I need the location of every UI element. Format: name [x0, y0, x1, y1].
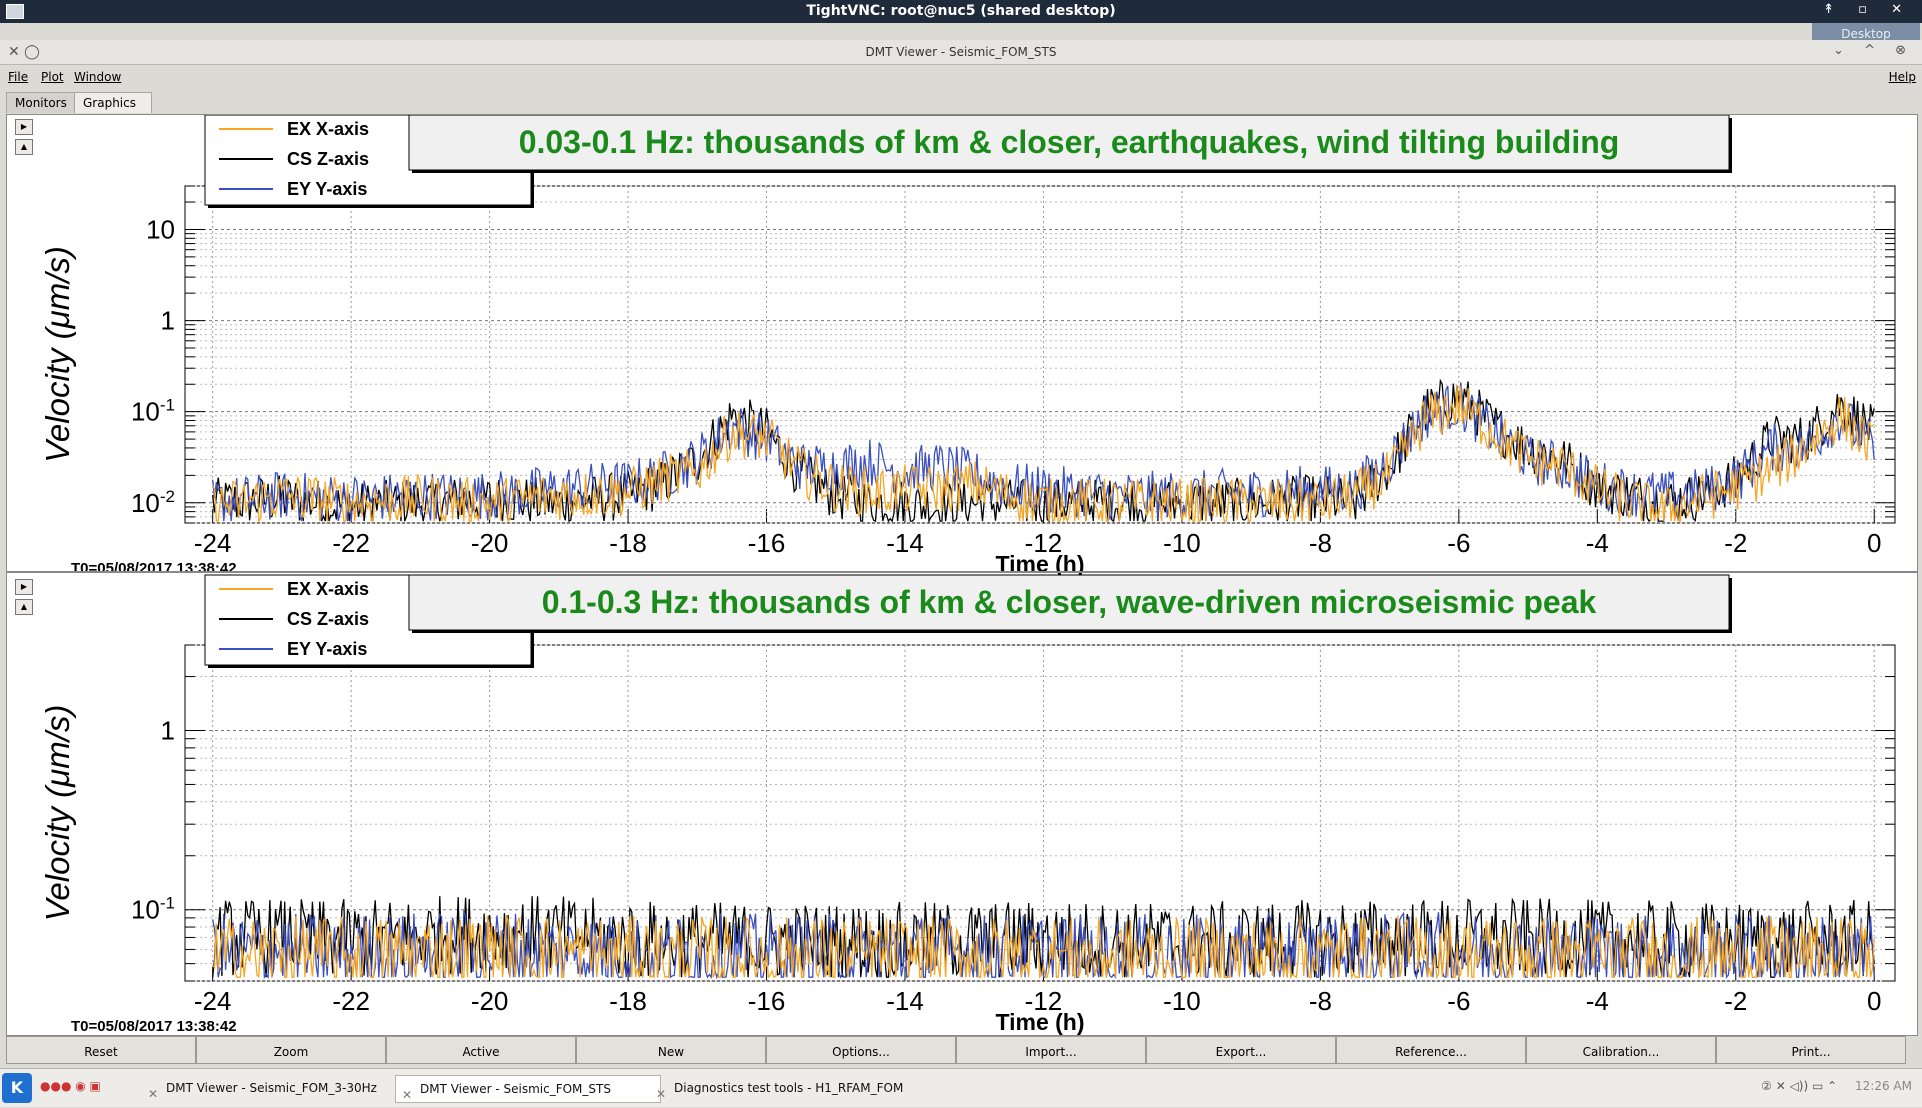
x-tick-label: 0 [1867, 986, 1881, 1016]
x-tick-label: -6 [1447, 986, 1470, 1016]
x-axis-label: Time (h) [995, 1009, 1084, 1035]
y-tick-label: 10-1 [131, 396, 175, 427]
task-item-diagnostics[interactable]: ✕ Diagnostics test tools - H1_RFAM_FOM [650, 1075, 974, 1101]
x-app-icon: ✕ [402, 1088, 413, 1102]
kde-start-icon[interactable]: K [2, 1073, 32, 1103]
button-active[interactable]: Active [386, 1036, 576, 1064]
x-tick-label: -18 [609, 528, 647, 558]
x-tick-label: -20 [471, 528, 509, 558]
y-tick-label: 1 [161, 306, 175, 336]
x-tick-label: 0 [1867, 528, 1881, 558]
y-tick-label: 10-1 [131, 894, 175, 925]
y-tick-label: 1 [161, 715, 175, 745]
t0-label: T0=05/08/2017 13:38:42 [71, 560, 237, 577]
plot-title: 0.03-0.1 Hz: thousands of km & closer, e… [519, 124, 1620, 160]
button-reset[interactable]: Reset [6, 1036, 196, 1064]
x-tick-label: -6 [1447, 528, 1470, 558]
x-tick-label: -2 [1724, 986, 1747, 1016]
task-item-sts[interactable]: ✕ DMT Viewer - Seismic_FOM_STS [395, 1075, 661, 1103]
x-tick-label: -24 [194, 986, 232, 1016]
button-import[interactable]: Import... [956, 1036, 1146, 1064]
plots-canvas[interactable]: 10110-110-2-24 -22 -20 -18 -16 -14 -12 -10 -8 -6-… [7, 115, 1917, 1035]
x-axis-label: Time (h) [995, 551, 1084, 577]
y-tick-label: 10 [146, 214, 175, 244]
x-tick-label: -4 [1586, 986, 1609, 1016]
x-tick-label: -8 [1309, 986, 1332, 1016]
x-tick-label: -4 [1586, 528, 1609, 558]
y-axis-label: Velocity (μm/s) [39, 705, 76, 922]
button-print[interactable]: Print... [1716, 1036, 1906, 1064]
task-label: Diagnostics test tools - H1_RFAM_FOM [674, 1081, 904, 1095]
x-app-icon: ✕ [656, 1087, 667, 1101]
plot-frame [184, 185, 1896, 524]
button-options[interactable]: Options... [766, 1036, 956, 1064]
menu-bar: File Plot Window Help [0, 66, 1922, 88]
plot-title: 0.1-0.3 Hz: thousands of km & closer, wa… [542, 584, 1597, 620]
x-tick-label: -20 [471, 986, 509, 1016]
x-app-icon: ✕ [148, 1087, 159, 1101]
legend-label: EX X-axis [287, 579, 369, 599]
legend-label: EY Y-axis [287, 179, 367, 199]
system-tray: ② ✕ ◁)) ▭ ⌃ 12:26 AM [1761, 1079, 1912, 1093]
x-tick-label: -16 [748, 528, 786, 558]
window-controls-icon[interactable]: ⌄ ^ ⊗ [1833, 43, 1914, 58]
menu-window[interactable]: Window [74, 70, 121, 84]
legend-label: CS Z-axis [287, 609, 369, 629]
x-tick-label: -8 [1309, 528, 1332, 558]
tab-graphics[interactable]: Graphics [74, 92, 152, 113]
x-tick-label: -14 [886, 986, 924, 1016]
menu-plot[interactable]: Plot [41, 70, 64, 84]
x-tick-label: -18 [609, 986, 647, 1016]
window-title: DMT Viewer - Seismic_FOM_STS [865, 45, 1057, 59]
x-tick-label: -16 [748, 986, 786, 1016]
x-tick-label: -22 [332, 528, 370, 558]
button-calibration[interactable]: Calibration... [1526, 1036, 1716, 1064]
vnc-window-controls-icon[interactable]: ↟ ▫ ✕ [1823, 2, 1912, 17]
task-label: DMT Viewer - Seismic_FOM_3-30Hz [166, 1081, 377, 1095]
button-reference[interactable]: Reference... [1336, 1036, 1526, 1064]
vnc-title: TightVNC: root@nuc5 (shared desktop) [806, 3, 1116, 19]
x-tick-label: -10 [1163, 986, 1201, 1016]
tray-icons[interactable]: ② ✕ ◁)) ▭ ⌃ [1761, 1079, 1837, 1093]
t0-label: T0=05/08/2017 13:38:42 [71, 1018, 237, 1035]
button-zoom[interactable]: Zoom [196, 1036, 386, 1064]
legend-label: EY Y-axis [287, 639, 367, 659]
x-tick-label: -10 [1163, 528, 1201, 558]
button-new[interactable]: New [576, 1036, 766, 1064]
button-bar: Reset Zoom Active New Options... Import... Exp… [6, 1034, 1916, 1064]
graphics-panel: ▶ ▲ ▶ ▲ 10 1 10-1 10-2 -24 -22 -20 -18 -16 -14 -12… [6, 114, 1918, 1036]
tab-monitors[interactable]: Monitors [6, 92, 82, 113]
legend-label: CS Z-axis [287, 149, 369, 169]
menu-help[interactable]: Help [1889, 70, 1916, 84]
legend-label: EX X-axis [287, 119, 369, 139]
quick-launch-icons[interactable]: ●●● ◉ ▣ [40, 1079, 101, 1093]
vnc-title-bar: TightVNC: root@nuc5 (shared desktop) ↟ ▫… [0, 0, 1922, 23]
clock: 12:26 AM [1855, 1079, 1912, 1093]
y-tick-label: 10-2 [131, 487, 175, 518]
x-tick-label: -22 [332, 986, 370, 1016]
x-tick-label: -24 [194, 528, 232, 558]
task-item-3-30hz[interactable]: ✕ DMT Viewer - Seismic_FOM_3-30Hz [142, 1075, 406, 1101]
button-export[interactable]: Export... [1146, 1036, 1336, 1064]
taskbar: K ●●● ◉ ▣ ✕ DMT Viewer - Seismic_FOM_3-30… [0, 1068, 1922, 1107]
x-tick-label: -2 [1724, 528, 1747, 558]
y-axis-label: Velocity (μm/s) [39, 246, 76, 463]
menu-file[interactable]: File [8, 70, 28, 84]
window-title-bar: ✕ ◯ DMT Viewer - Seismic_FOM_STS ⌄ ^ ⊗ [0, 40, 1922, 65]
task-label: DMT Viewer - Seismic_FOM_STS [420, 1082, 611, 1096]
x-tick-label: -14 [886, 528, 924, 558]
